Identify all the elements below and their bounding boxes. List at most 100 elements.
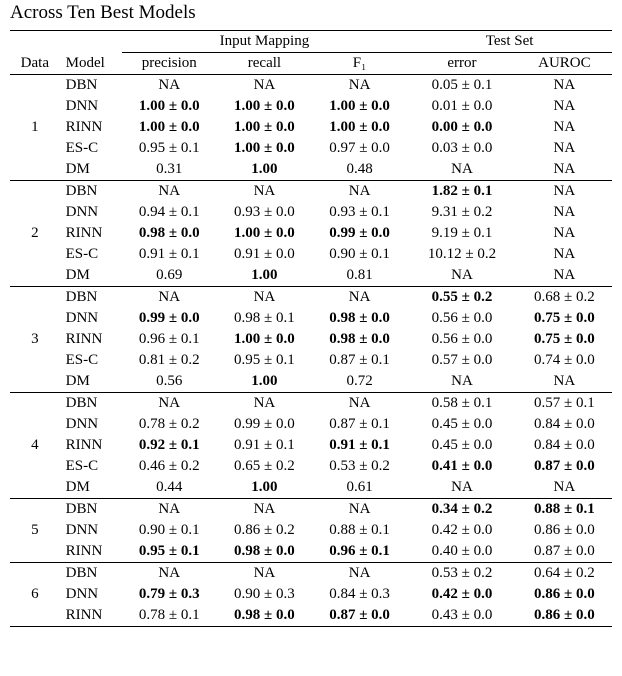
- auroc-cell: 0.86 ± 0.0: [517, 520, 612, 541]
- precision-cell: 0.96 ± 0.1: [122, 329, 217, 350]
- error-cell: 0.42 ± 0.0: [407, 584, 517, 605]
- error-cell: NA: [407, 477, 517, 499]
- recall-cell: 0.65 ± 0.2: [217, 456, 312, 477]
- error-cell: 0.56 ± 0.0: [407, 308, 517, 329]
- table-row: ES-C0.46 ± 0.20.65 ± 0.20.53 ± 0.20.41 ±…: [10, 456, 612, 477]
- col-header-f1: F₁: [312, 53, 407, 75]
- table-row: RINN1.00 ± 0.01.00 ± 0.01.00 ± 0.00.00 ±…: [10, 117, 612, 138]
- precision-cell: 0.31: [122, 159, 217, 181]
- precision-cell: 0.95 ± 0.1: [122, 138, 217, 159]
- col-group-input-mapping: Input Mapping: [122, 31, 407, 53]
- f1-cell: 1.00 ± 0.0: [312, 96, 407, 117]
- precision-cell: 0.92 ± 0.1: [122, 435, 217, 456]
- auroc-cell: 0.75 ± 0.0: [517, 308, 612, 329]
- model-cell: DNN: [60, 414, 122, 435]
- recall-cell: 0.99 ± 0.0: [217, 414, 312, 435]
- model-cell: DNN: [60, 96, 122, 117]
- auroc-cell: NA: [517, 371, 612, 393]
- error-cell: 0.43 ± 0.0: [407, 605, 517, 627]
- auroc-cell: NA: [517, 117, 612, 138]
- table-row: RINN0.92 ± 0.10.91 ± 0.10.91 ± 0.10.45 ±…: [10, 435, 612, 456]
- precision-cell: 0.46 ± 0.2: [122, 456, 217, 477]
- recall-cell: 0.90 ± 0.3: [217, 584, 312, 605]
- model-cell: DNN: [60, 308, 122, 329]
- precision-cell: 0.56: [122, 371, 217, 393]
- auroc-cell: 0.75 ± 0.0: [517, 329, 612, 350]
- table-row: DNN1.00 ± 0.01.00 ± 0.01.00 ± 0.00.01 ± …: [10, 96, 612, 117]
- recall-cell: 1.00 ± 0.0: [217, 117, 312, 138]
- auroc-cell: 0.88 ± 0.1: [517, 499, 612, 521]
- table-body: 1DBNNANANA0.05 ± 0.1NADNN1.00 ± 0.01.00 …: [10, 75, 612, 627]
- precision-cell: NA: [122, 563, 217, 585]
- recall-cell: NA: [217, 563, 312, 585]
- model-cell: RINN: [60, 435, 122, 456]
- auroc-cell: NA: [517, 96, 612, 117]
- precision-cell: 0.95 ± 0.1: [122, 541, 217, 563]
- f1-cell: NA: [312, 563, 407, 585]
- recall-cell: 1.00: [217, 159, 312, 181]
- error-cell: 0.56 ± 0.0: [407, 329, 517, 350]
- f1-cell: 0.88 ± 0.1: [312, 520, 407, 541]
- data-id-cell: 3: [10, 287, 60, 393]
- recall-cell: 0.91 ± 0.0: [217, 244, 312, 265]
- auroc-cell: NA: [517, 138, 612, 159]
- error-cell: 0.58 ± 0.1: [407, 393, 517, 415]
- error-cell: NA: [407, 265, 517, 287]
- precision-cell: NA: [122, 287, 217, 309]
- table-row: RINN0.98 ± 0.01.00 ± 0.00.99 ± 0.09.19 ±…: [10, 223, 612, 244]
- model-cell: DBN: [60, 563, 122, 585]
- precision-cell: NA: [122, 499, 217, 521]
- precision-cell: 0.78 ± 0.2: [122, 414, 217, 435]
- f1-cell: 0.87 ± 0.1: [312, 350, 407, 371]
- recall-cell: NA: [217, 393, 312, 415]
- model-cell: DM: [60, 477, 122, 499]
- precision-cell: 0.81 ± 0.2: [122, 350, 217, 371]
- error-cell: 0.03 ± 0.0: [407, 138, 517, 159]
- table-row: DM0.311.000.48NANA: [10, 159, 612, 181]
- auroc-cell: 0.64 ± 0.2: [517, 563, 612, 585]
- error-cell: 0.41 ± 0.0: [407, 456, 517, 477]
- error-cell: NA: [407, 159, 517, 181]
- model-cell: ES-C: [60, 350, 122, 371]
- table-row: DM0.441.000.61NANA: [10, 477, 612, 499]
- table-row: DNN0.99 ± 0.00.98 ± 0.10.98 ± 0.00.56 ± …: [10, 308, 612, 329]
- precision-cell: 0.94 ± 0.1: [122, 202, 217, 223]
- col-header-data: Data: [10, 31, 60, 75]
- model-cell: DBN: [60, 499, 122, 521]
- model-cell: RINN: [60, 329, 122, 350]
- table-row: RINN0.78 ± 0.10.98 ± 0.00.87 ± 0.00.43 ±…: [10, 605, 612, 627]
- recall-cell: 1.00 ± 0.0: [217, 329, 312, 350]
- model-cell: DBN: [60, 287, 122, 309]
- auroc-cell: 0.84 ± 0.0: [517, 435, 612, 456]
- model-cell: ES-C: [60, 456, 122, 477]
- recall-cell: 1.00 ± 0.0: [217, 138, 312, 159]
- col-group-test-set: Test Set: [407, 31, 612, 53]
- model-cell: RINN: [60, 117, 122, 138]
- col-header-recall: recall: [217, 53, 312, 75]
- error-cell: 0.34 ± 0.2: [407, 499, 517, 521]
- precision-cell: NA: [122, 393, 217, 415]
- precision-cell: 0.69: [122, 265, 217, 287]
- col-header-auroc: AUROC: [517, 53, 612, 75]
- precision-cell: 1.00 ± 0.0: [122, 96, 217, 117]
- f1-cell: NA: [312, 393, 407, 415]
- recall-cell: NA: [217, 499, 312, 521]
- model-cell: RINN: [60, 223, 122, 244]
- recall-cell: 1.00: [217, 371, 312, 393]
- recall-cell: 0.98 ± 0.0: [217, 541, 312, 563]
- auroc-cell: NA: [517, 202, 612, 223]
- f1-cell: 1.00 ± 0.0: [312, 117, 407, 138]
- f1-cell: 0.61: [312, 477, 407, 499]
- table-row: RINN0.96 ± 0.11.00 ± 0.00.98 ± 0.00.56 ±…: [10, 329, 612, 350]
- auroc-cell: 0.68 ± 0.2: [517, 287, 612, 309]
- precision-cell: 0.99 ± 0.0: [122, 308, 217, 329]
- error-cell: NA: [407, 371, 517, 393]
- f1-cell: 0.72: [312, 371, 407, 393]
- recall-cell: 0.98 ± 0.1: [217, 308, 312, 329]
- table-row: ES-C0.95 ± 0.11.00 ± 0.00.97 ± 0.00.03 ±…: [10, 138, 612, 159]
- error-cell: 10.12 ± 0.2: [407, 244, 517, 265]
- precision-cell: 0.79 ± 0.3: [122, 584, 217, 605]
- data-id-cell: 2: [10, 181, 60, 287]
- auroc-cell: 0.86 ± 0.0: [517, 584, 612, 605]
- error-cell: 0.45 ± 0.0: [407, 435, 517, 456]
